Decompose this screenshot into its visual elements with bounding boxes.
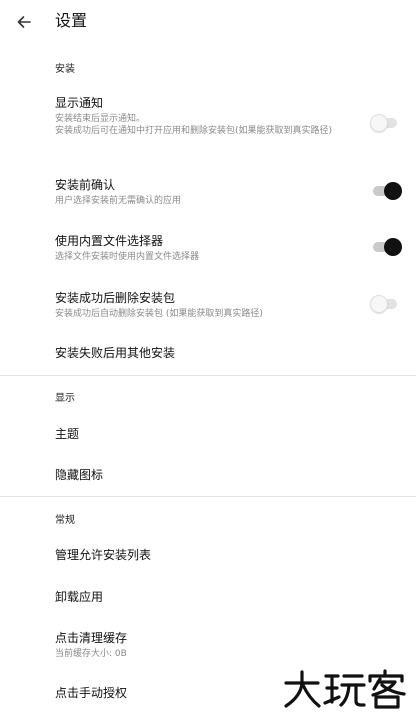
section-divider: [0, 375, 416, 376]
section-header-general: 常规: [55, 515, 75, 526]
setting-clear-cache[interactable]: 点击清理缓存 当前缓存大小: 0B: [0, 624, 416, 666]
setting-title: 卸载应用: [55, 590, 104, 604]
setting-theme[interactable]: 主题: [0, 418, 416, 450]
show-notification-switch[interactable]: [370, 114, 402, 132]
setting-title: 主题: [55, 427, 80, 441]
switch-thumb: [384, 182, 402, 200]
setting-title: 安装成功后删除安装包: [55, 291, 176, 305]
setting-hide-icon[interactable]: 隐藏图标: [0, 459, 416, 491]
setting-use-other-installer[interactable]: 安装失败后用其他安装: [0, 337, 416, 369]
switch-thumb: [384, 238, 402, 256]
setting-summary: 安装成功后自动删除安装包 (如果能获取到真实路径): [55, 309, 263, 319]
setting-title: 点击手动授权: [55, 686, 128, 700]
setting-show-notification[interactable]: 显示通知 安装结束后显示通知。 安装成功后可在通知中打开应用和删除安装包(如果能…: [0, 88, 416, 154]
setting-summary: 当前缓存大小: 0B: [55, 649, 127, 659]
section-divider: [0, 496, 416, 497]
page-title: 设置: [55, 11, 88, 30]
setting-title: 隐藏图标: [55, 468, 104, 482]
setting-summary: 用户选择安装前无需确认的应用: [55, 196, 182, 206]
app-bar: 设置: [0, 0, 416, 44]
setting-title: 安装前确认: [55, 178, 116, 192]
delete-after-install-switch[interactable]: [370, 295, 402, 313]
setting-confirm-before-install[interactable]: 安装前确认 用户选择安装前无需确认的应用: [0, 170, 416, 212]
setting-uninstall-app[interactable]: 卸载应用: [0, 581, 416, 613]
setting-title: 使用内置文件选择器: [55, 234, 164, 248]
setting-title: 点击清理缓存: [55, 631, 128, 645]
setting-title: 显示通知: [55, 96, 104, 110]
setting-builtin-file-picker[interactable]: 使用内置文件选择器 选择文件安装时使用内置文件选择器: [0, 226, 416, 268]
arrow-back-icon: [17, 16, 31, 28]
confirm-before-install-switch[interactable]: [370, 182, 402, 200]
setting-summary: 选择文件安装时使用内置文件选择器: [55, 252, 200, 262]
setting-manage-allowlist[interactable]: 管理允许安装列表: [0, 539, 416, 571]
builtin-file-picker-switch[interactable]: [370, 238, 402, 256]
setting-title: 安装失败后用其他安装: [55, 346, 176, 360]
section-header-display: 显示: [55, 393, 75, 404]
setting-title: 管理允许安装列表: [55, 548, 152, 562]
switch-thumb: [370, 295, 388, 313]
setting-delete-after-install[interactable]: 安装成功后删除安装包 安装成功后自动删除安装包 (如果能获取到真实路径): [0, 283, 416, 325]
back-button[interactable]: [8, 6, 40, 38]
setting-summary: 安装结束后显示通知。 安装成功后可在通知中打开应用和删除安装包(如果能获取到真实…: [55, 114, 333, 136]
section-header-install: 安装: [55, 64, 75, 75]
watermark-logo: [284, 669, 406, 709]
switch-thumb: [370, 114, 388, 132]
